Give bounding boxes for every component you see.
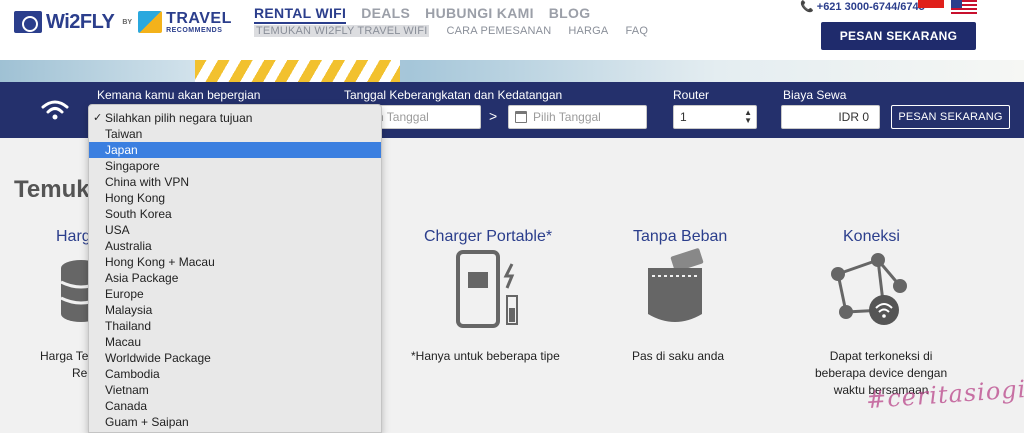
arrival-date-input[interactable]: Pilih Tanggal [508, 105, 647, 129]
phone-number: +621 3000-6744/6745 [816, 1, 925, 13]
feature-price-desc: Harga Te Re [40, 349, 89, 380]
biaya-label: Biaya Sewa [783, 88, 847, 102]
nav-hubungi-kami[interactable]: HUBUNGI KAMI [425, 5, 534, 24]
feature-charger-title: Charger Portable* [424, 228, 553, 245]
partner-subname: RECOMMENDS [166, 26, 223, 34]
destination-option[interactable]: Singapore [89, 158, 381, 174]
destination-option[interactable]: Australia [89, 238, 381, 254]
subnav-temukan[interactable]: TEMUKAN WI2FLY TRAVEL WIFI [254, 25, 430, 37]
destination-option[interactable]: Macau [89, 334, 381, 350]
router-value: 1 [680, 110, 687, 124]
subnav-cara-pemesanan[interactable]: CARA PEMESANAN [446, 25, 551, 37]
nav-rental-wifi[interactable]: RENTAL WIFI [254, 5, 347, 24]
destination-dropdown[interactable]: ✓ Silahkan pilih negara tujuan Taiwan Japan… [88, 104, 382, 433]
destination-option[interactable]: Thailand [89, 318, 381, 334]
destination-option[interactable]: Canada [89, 398, 381, 414]
destination-option[interactable]: ✓ Silahkan pilih negara tujuan [89, 110, 381, 126]
travel-recommends-logo-icon [138, 11, 163, 33]
destination-option[interactable]: China with VPN [89, 174, 381, 190]
destination-option[interactable]: Europe [89, 286, 381, 302]
section-heading: Temuk [14, 176, 90, 203]
destination-options: ✓ Silahkan pilih negara tujuan Taiwan Japan… [89, 110, 381, 430]
phone-charger-icon [456, 250, 518, 328]
feature-light-desc: Pas di saku anda [632, 349, 725, 363]
indonesia-flag-icon[interactable] [918, 0, 944, 8]
nav-blog[interactable]: BLOG [549, 5, 591, 24]
sub-nav: TEMUKAN WI2FLY TRAVEL WIFI CARA PEMESANA… [254, 25, 648, 37]
wi2fly-logo-icon [14, 11, 42, 33]
banner-stripes [195, 60, 400, 82]
calendar-icon [515, 111, 527, 123]
subnav-faq[interactable]: FAQ [625, 25, 648, 37]
destination-label: Kemana kamu akan bepergian [97, 88, 261, 102]
destination-option[interactable]: Worldwide Package [89, 350, 381, 366]
us-flag-icon[interactable] [951, 0, 977, 15]
brand-by: BY [122, 18, 133, 26]
header-order-button[interactable]: PESAN SEKARANG [821, 22, 976, 50]
main-nav: RENTAL WIFI DEALS HUBUNGI KAMI BLOG [254, 5, 590, 24]
rental-cost-field: IDR 0 [781, 105, 880, 129]
stepper-arrows-icon: ▲ ▼ [744, 108, 752, 125]
router-label: Router [673, 88, 710, 102]
destination-option[interactable]: Malaysia [89, 302, 381, 318]
destination-option[interactable]: Cambodia [89, 366, 381, 382]
logo[interactable]: Wi2FLY BY TRAVEL RECOMMENDS [14, 9, 232, 35]
destination-option[interactable]: South Korea [89, 206, 381, 222]
pocket-icon [648, 248, 704, 322]
destination-option[interactable]: Vietnam [89, 382, 381, 398]
destination-option[interactable]: Hong Kong + Macau [89, 254, 381, 270]
arrival-date-placeholder: Pilih Tanggal [533, 110, 601, 124]
router-select[interactable]: 1 ▲ ▼ [673, 105, 757, 129]
wifi-icon [41, 100, 69, 120]
destination-option[interactable]: USA [89, 222, 381, 238]
nav-deals[interactable]: DEALS [361, 5, 410, 24]
phone-icon: 📞 [800, 1, 814, 13]
feature-connect-title: Koneksi [843, 228, 900, 245]
hero-banner [0, 60, 1024, 82]
feature-charger-desc: *Hanya untuk beberapa tipe [411, 349, 560, 363]
booking-order-button[interactable]: PESAN SEKARANG [891, 105, 1010, 129]
brand-name: Wi2FLY [46, 10, 115, 33]
feature-price-title: Harg [56, 228, 91, 245]
destination-option[interactable]: Asia Package [89, 270, 381, 286]
partner-name: TRAVEL [166, 9, 232, 27]
network-icon [831, 253, 907, 325]
date-arrow: > [489, 108, 498, 124]
feature-light-title: Tanpa Beban [633, 228, 728, 245]
destination-option[interactable]: Taiwan [89, 126, 381, 142]
destination-option[interactable]: Hong Kong [89, 190, 381, 206]
site-header: Wi2FLY BY TRAVEL RECOMMENDS RENTAL WIFI … [0, 0, 1024, 60]
subnav-harga[interactable]: HARGA [568, 25, 608, 37]
contact-phone[interactable]: 📞 +621 3000-6744/6745 [800, 0, 925, 13]
dates-label: Tanggal Keberangkatan dan Kedatangan [344, 88, 563, 102]
destination-option[interactable]: Guam + Saipan [89, 414, 381, 430]
checkmark-icon: ✓ [93, 112, 103, 124]
destination-option[interactable]: Japan [89, 142, 381, 158]
